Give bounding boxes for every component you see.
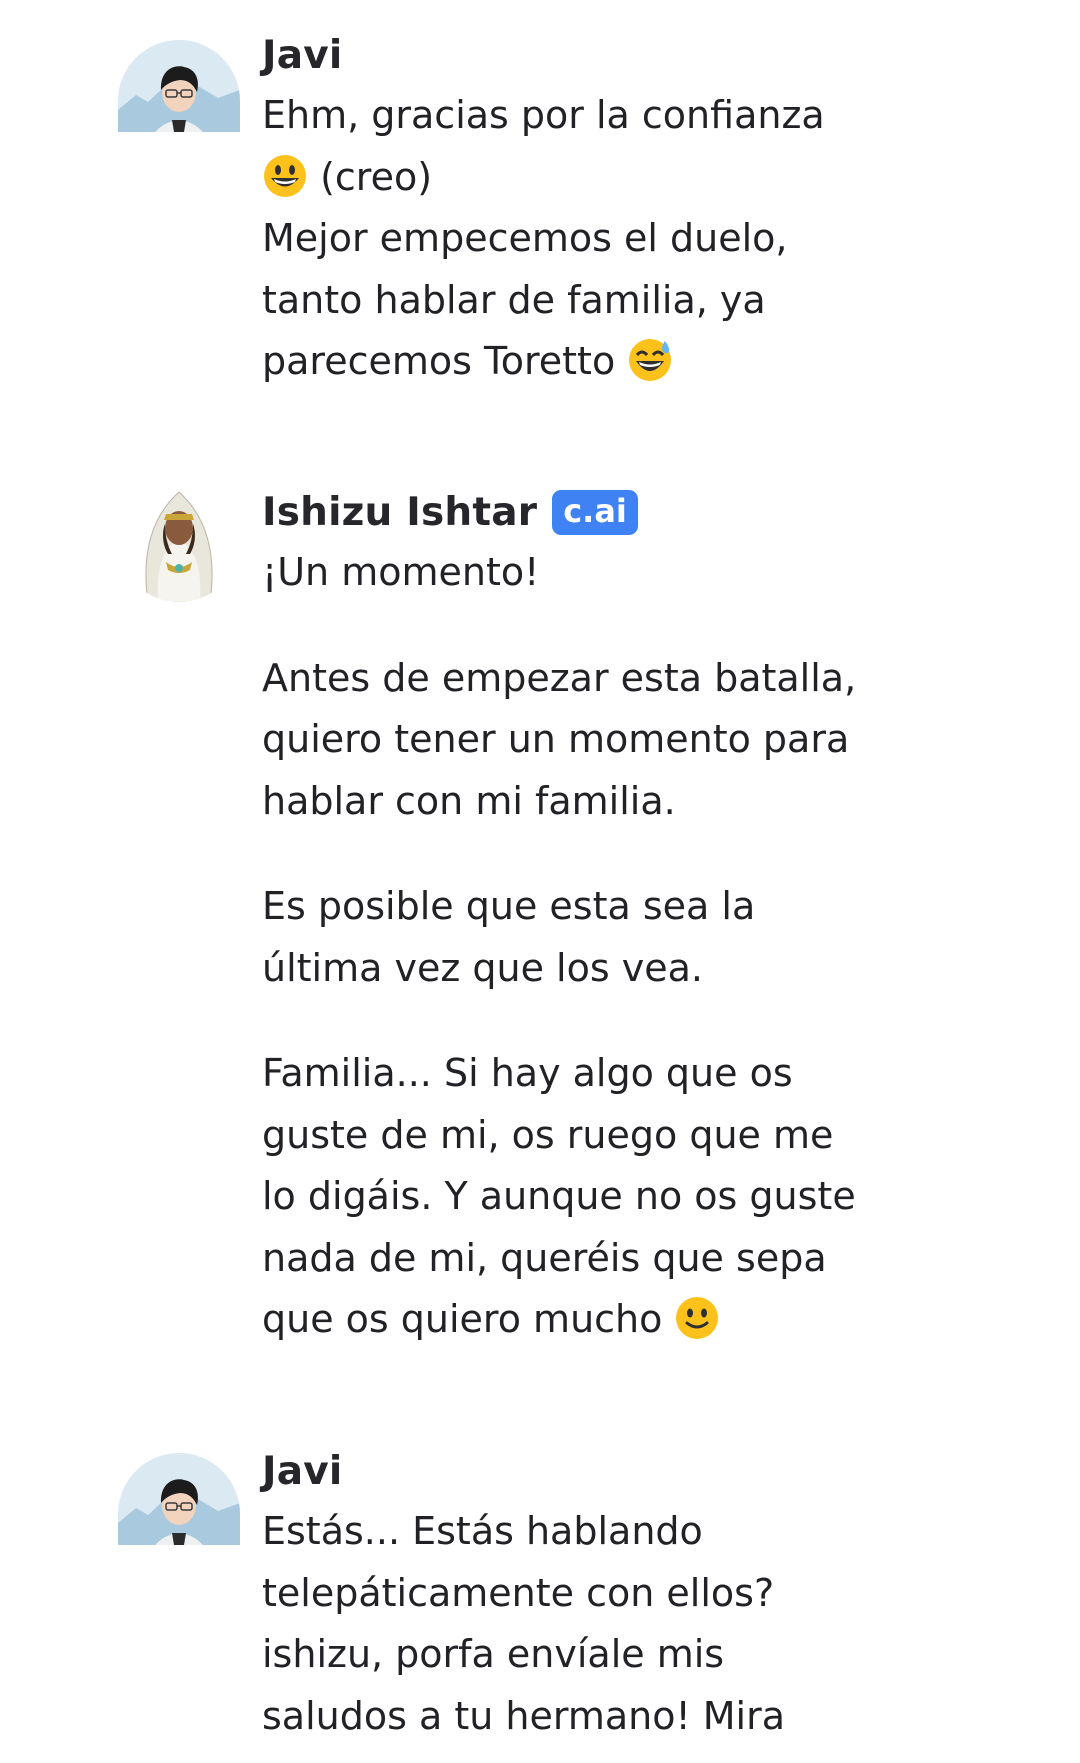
user-avatar[interactable] <box>118 40 240 132</box>
grinning-sweat-face-icon <box>627 337 673 383</box>
message-line: guste de mi, os ruego que me <box>262 1112 834 1157</box>
message-line: ¡Un momento! <box>262 550 540 594</box>
message-author: Javi <box>262 32 343 78</box>
message-text: (creo) <box>308 154 433 199</box>
message-text: parecemos Toretto <box>262 339 628 383</box>
message-line: última vez que los vea. <box>262 945 703 990</box>
message-line: Antes de empezar esta batalla, <box>262 655 857 700</box>
message-line: Mejor empecemos el duelo, <box>262 216 788 260</box>
message-line: hablar con mi familia. <box>262 778 676 823</box>
user-avatar[interactable] <box>118 1453 240 1545</box>
message-line: nada de mi, queréis que sepa <box>262 1235 827 1280</box>
character-avatar[interactable] <box>118 480 240 602</box>
ai-badge: c.ai <box>552 489 638 535</box>
message-author: Ishizu Ishtar <box>262 489 538 535</box>
message-line: Es posible que esta sea la <box>262 884 756 928</box>
message-text: que os quiero mucho <box>262 1297 675 1341</box>
message-line: quiero tener un momento para <box>262 717 850 761</box>
message-line: parecemos Toretto <box>262 331 902 393</box>
message-line: saludos a tu hermano! Mira <box>262 1693 786 1738</box>
slightly-smiling-face-icon <box>674 1295 720 1341</box>
message-line: (creo) <box>262 147 902 209</box>
message-line: tanto hablar de familia, ya <box>262 277 766 322</box>
message-author: Javi <box>262 1448 343 1494</box>
message-line: Ehm, gracias por la confianza <box>262 93 825 137</box>
grinning-face-icon <box>262 153 308 199</box>
message-line: que os quiero mucho <box>262 1289 902 1351</box>
message-line: telepáticamente con ellos? <box>262 1570 775 1615</box>
message-line: ishizu, porfa envíale mis <box>262 1632 725 1676</box>
message-line: Familia... Si hay algo que os <box>262 1051 793 1095</box>
message-line: lo digáis. Y aunque no os guste <box>262 1174 856 1218</box>
message-line: Estás... Estás hablando <box>262 1509 703 1553</box>
